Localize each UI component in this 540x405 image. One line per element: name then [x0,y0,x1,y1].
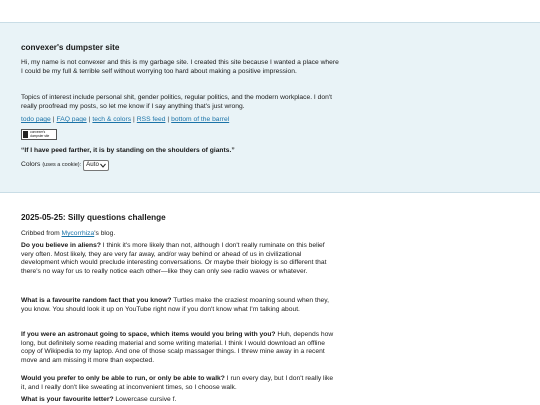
badge-label: convexer's dumpster site [30,130,50,138]
post-title: 2025-05-25: Silly questions challenge [21,213,166,222]
tech-colors-link[interactable]: tech & colors [92,116,131,123]
cribbed-prefix: Cribbed from [21,230,62,237]
faq-page-link[interactable]: FAQ page [57,116,87,123]
qa-item: Would you prefer to only be able to run,… [21,375,339,392]
site-nav-links: todo page | FAQ page | tech & colors | RSS fee… [21,116,339,125]
qa-item: What is a favourite random fact that you… [21,297,339,314]
link-separator: | [133,116,135,123]
site-badge[interactable]: convexer's dumpster site [21,129,57,140]
site-topics: Topics of interest include personal shit… [21,94,332,110]
site-title: convexer's dumpster site [21,43,120,52]
rss-feed-link[interactable]: RSS feed [137,116,166,123]
site-intro: Hi, my name is not convexer and this is … [21,59,339,75]
answer: Lowercase cursive f. [113,396,177,403]
qa-item: What is your favourite letter? Lowercase… [21,396,339,405]
link-separator: | [167,116,170,123]
question: What is a favourite random fact that you… [21,297,172,304]
site-quote: “If I have peed farther, it is by standi… [21,147,235,154]
cribbed-suffix: 's blog. [94,230,116,237]
bottom-of-barrel-link[interactable]: bottom of the barrel [171,116,229,123]
question: Do you believe in aliens? [21,242,101,249]
colors-select-value: Auto [86,161,99,169]
dumpster-icon [23,131,29,138]
post-cribbed: Cribbed from Mycorrhiza's blog. [21,230,339,239]
qa-item: If you were an astronaut going to space,… [21,331,339,365]
colors-select[interactable]: Auto [83,160,109,171]
link-separator: | [52,116,55,123]
qa-item: Do you believe in aliens? I think it's m… [21,242,339,276]
mycorrhiza-link[interactable]: Mycorrhiza [62,230,95,237]
chevron-down-icon [100,163,106,168]
todo-page-link[interactable]: todo page [21,116,51,123]
colors-setting: Colors (uses a cookie): Auto [21,160,339,171]
question: If you were an astronaut going to space,… [21,331,276,338]
colors-note: (uses a cookie): [42,162,82,169]
link-separator: | [88,116,91,123]
colors-label: Colors [21,161,41,169]
question: Would you prefer to only be able to run,… [21,375,225,382]
question: What is your favourite letter? [21,396,114,403]
